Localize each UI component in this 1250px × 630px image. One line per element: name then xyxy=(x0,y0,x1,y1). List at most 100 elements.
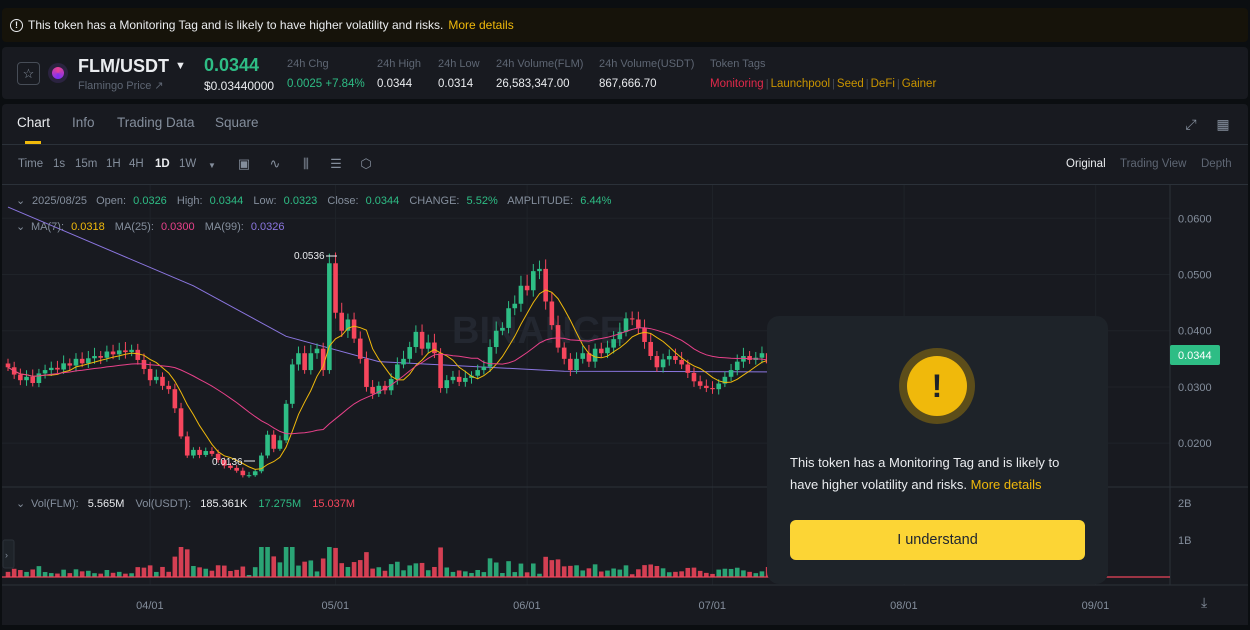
candle-body xyxy=(42,370,48,374)
interval-1h[interactable]: 1H xyxy=(106,158,121,170)
pair-selector[interactable]: FLM/USDT ▼ xyxy=(78,56,186,77)
favorite-button[interactable]: ☆ xyxy=(17,62,40,85)
view-depth[interactable]: Depth xyxy=(1201,158,1232,170)
volume-bar xyxy=(30,569,36,577)
coin-price-link[interactable]: Flamingo Price ↗ xyxy=(78,79,164,92)
tab-square[interactable]: Square xyxy=(215,115,259,130)
view-original[interactable]: Original xyxy=(1066,158,1106,170)
candle-body xyxy=(129,349,134,353)
time-tick-label: 06/01 xyxy=(513,600,541,612)
volume-bar xyxy=(351,562,357,577)
volume-bar xyxy=(401,570,406,577)
volume-bar xyxy=(697,570,703,577)
token-tag-gainer[interactable]: Gainer xyxy=(902,78,937,90)
indicator-icon[interactable]: ∿ xyxy=(267,156,283,172)
candle-body xyxy=(104,351,110,358)
candle-body xyxy=(351,319,357,339)
candle-body xyxy=(314,348,320,354)
ma99-value: 0.0326 xyxy=(251,221,285,233)
monitoring-tag-modal: ! This token has a Monitoring Tag and is… xyxy=(767,316,1108,584)
price-tick-label: 0.0500 xyxy=(1178,270,1212,282)
candle-body xyxy=(629,318,635,320)
token-tag-monitoring[interactable]: Monitoring xyxy=(710,78,764,90)
interval-4h[interactable]: 4H xyxy=(129,158,144,170)
volume-bar xyxy=(531,563,536,577)
candle-body xyxy=(574,358,579,371)
volume-bar xyxy=(654,565,660,577)
candle-body xyxy=(36,373,42,384)
tab-trading-data[interactable]: Trading Data xyxy=(117,115,195,130)
token-tag-launchpool[interactable]: Launchpool xyxy=(771,78,830,90)
high-marker-label: 0.0536 xyxy=(294,251,325,262)
volume-bar xyxy=(73,569,79,577)
candle-body xyxy=(512,303,518,309)
volume-bar xyxy=(308,560,314,577)
vol-flm-label: Vol(FLM): xyxy=(31,498,79,510)
last-price-usd: $0.03440000 xyxy=(204,79,275,93)
tab-chart[interactable]: Chart xyxy=(17,115,50,144)
volume-bar xyxy=(555,559,561,577)
volume-bar xyxy=(203,568,209,577)
change-label: CHANGE: xyxy=(409,195,459,207)
candle-body xyxy=(747,356,752,360)
candle-type-icon[interactable]: ⫼ xyxy=(298,156,314,172)
volume-bar xyxy=(456,570,462,577)
candle-body xyxy=(147,368,153,381)
candle-body xyxy=(296,353,301,365)
interval-dropdown-icon[interactable]: ▼ xyxy=(208,161,216,170)
candle-body xyxy=(432,342,437,354)
fit-screen-icon[interactable]: ⤓ xyxy=(1201,594,1207,610)
ohlc-line: ⌄ 2025/08/25 Open: 0.0326 High: 0.0344 L… xyxy=(16,195,612,207)
candle-body xyxy=(611,339,616,348)
stat-24h-volume-flm: 24h Volume(FLM) 26,583,347.00 xyxy=(496,58,584,90)
volume-bar xyxy=(475,570,480,577)
expand-icon[interactable]: ⤢ xyxy=(1183,116,1199,132)
flamingo-coin-icon xyxy=(48,63,68,83)
calendar-icon[interactable]: ▣ xyxy=(236,156,252,172)
token-tag-seed[interactable]: Seed xyxy=(837,78,864,90)
settings-icon[interactable]: ☰ xyxy=(328,156,344,172)
candle-body xyxy=(518,285,524,304)
candle-body xyxy=(506,308,511,328)
interval-1s[interactable]: 1s xyxy=(53,158,65,170)
interval-15m[interactable]: 15m xyxy=(75,158,97,170)
candle-body xyxy=(666,356,672,360)
candle-body xyxy=(92,356,97,359)
volume-bar xyxy=(327,547,332,577)
view-trading-view[interactable]: Trading View xyxy=(1120,158,1186,170)
volume-bar xyxy=(716,569,721,577)
chart-toolbar: Time 1s 15m 1H 4H 1D 1W ▼ ▣ ∿ ⫼ ☰ ⬡ Orig… xyxy=(2,145,1248,185)
candle-body xyxy=(728,370,734,377)
tag-separator: | xyxy=(865,78,869,90)
tab-info[interactable]: Info xyxy=(72,115,95,130)
price-tick-label: 0.0200 xyxy=(1178,438,1212,450)
banner-more-details-link[interactable]: More details xyxy=(448,18,513,32)
candle-body xyxy=(475,370,480,376)
volume-tick-label: 2B xyxy=(1178,498,1191,510)
open-label: Open: xyxy=(96,195,126,207)
tag-separator: | xyxy=(765,78,769,90)
volume-bar xyxy=(172,556,178,577)
ma7-value: 0.0318 xyxy=(71,221,105,233)
hexagon-icon[interactable]: ⬡ xyxy=(358,156,374,172)
token-tag-defi[interactable]: DeFi xyxy=(871,78,895,90)
volume-bar xyxy=(722,568,728,577)
volume-bar xyxy=(86,570,91,577)
candle-body xyxy=(580,353,586,359)
vol-usdt-value: 185.361K xyxy=(200,498,248,510)
volume-bar xyxy=(487,558,493,577)
interval-1d[interactable]: 1D xyxy=(155,158,170,170)
grid-layout-icon[interactable]: ▦ xyxy=(1215,116,1231,132)
candle-body xyxy=(679,359,684,365)
volume-bar xyxy=(388,564,394,577)
stat-24h-low: 24h Low 0.0314 xyxy=(438,58,480,90)
interval-1w[interactable]: 1W xyxy=(179,158,196,170)
candle-body xyxy=(438,353,443,389)
i-understand-button[interactable]: I understand xyxy=(790,520,1085,560)
modal-more-details-link[interactable]: More details xyxy=(971,477,1042,492)
volume-bar xyxy=(228,571,233,577)
candle-body xyxy=(302,353,307,371)
token-tag-list: Monitoring | Launchpool | Seed | DeFi | Gainer xyxy=(710,78,936,90)
candle-body xyxy=(493,330,499,348)
volume-bar xyxy=(425,570,431,577)
